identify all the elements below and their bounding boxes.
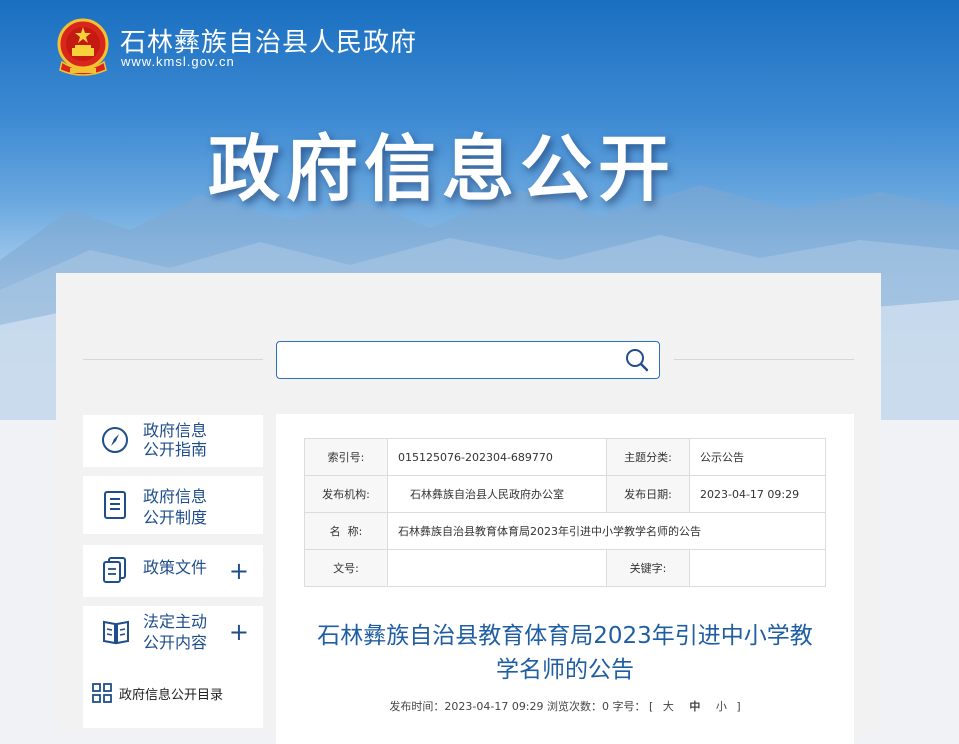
sidebar-item-guide[interactable]: 政府信息 公开指南 [83, 415, 263, 467]
keywords-value [689, 549, 826, 587]
article-title-line: 石林彝族自治县教育体育局2023年引进中小学教 [317, 623, 813, 649]
doc-no-value [387, 549, 607, 587]
gov-url[interactable]: www.kmsl.gov.cn [121, 54, 235, 69]
table-row: 索引号: 015125076-202304-689770 主题分类: 公示公告 [304, 438, 826, 476]
index-no-value: 015125076-202304-689770 [387, 438, 607, 476]
bracket-open: [ [649, 700, 654, 713]
national-emblem [56, 18, 110, 76]
article-title: 石林彝族自治县教育体育局2023年引进中小学教 学名师的公告 [304, 619, 826, 687]
sidebar-subitem-catalog[interactable]: 政府信息公开目录 [83, 658, 263, 728]
article-card: 索引号: 015125076-202304-689770 主题分类: 公示公告 … [276, 414, 854, 744]
article-title-line: 学名师的公告 [496, 657, 634, 683]
fontsize-label: 字号： [612, 700, 646, 713]
banner-title: 政府信息公开 [208, 127, 677, 211]
search-box[interactable] [276, 341, 660, 379]
bracket-close: ] [736, 700, 741, 713]
category-label: 主题分类: [606, 438, 690, 476]
search-divider-right [674, 359, 854, 360]
sidebar-item-label: 政策文件 [143, 558, 208, 577]
sidebar-item-label: 公开内容 [143, 633, 208, 652]
font-size-small-button[interactable]: 小 [710, 700, 733, 713]
publisher-label: 发布机构: [304, 475, 388, 513]
sidebar-item-label: 公开指南 [143, 440, 208, 459]
document-icon [101, 490, 129, 524]
table-row: 名 称: 石林彝族自治县教育体育局2023年引进中小学教学名师的公告 [304, 512, 826, 550]
category-value: 公示公告 [689, 438, 826, 476]
sidebar-item-statutory[interactable]: 法定主动 公开内容 + [83, 606, 263, 658]
views-label: 浏览次数： [547, 700, 603, 713]
files-icon [101, 556, 129, 588]
search-input[interactable] [283, 346, 617, 374]
sidebar-item-label: 公开制度 [143, 508, 208, 527]
sidebar-item-label: 政府信息 [143, 421, 208, 440]
doc-no-label: 文号: [304, 549, 388, 587]
article-info: 发布时间：2023-04-17 09:29 浏览次数：0 字号： [ 大 中 小… [304, 698, 826, 714]
sidebar-subitem-label: 政府信息公开目录 [119, 688, 224, 703]
expand-plus-icon[interactable]: + [229, 559, 249, 583]
keywords-label: 关键字: [606, 549, 690, 587]
sidebar-item-label: 法定主动 [143, 612, 208, 631]
expand-plus-icon[interactable]: + [229, 620, 249, 644]
views-count: 0 [602, 700, 610, 713]
sidebar-item-system[interactable]: 政府信息 公开制度 [83, 476, 263, 534]
index-no-label: 索引号: [304, 438, 388, 476]
publish-label: 发布时间： [389, 700, 445, 713]
font-size-medium-button[interactable]: 中 [683, 700, 706, 713]
search-divider-left [83, 359, 263, 360]
pub-date-value: 2023-04-17 09:29 [689, 475, 826, 513]
publish-time: 2023-04-17 09:29 [444, 700, 544, 713]
name-value: 石林彝族自治县教育体育局2023年引进中小学教学名师的公告 [387, 512, 826, 550]
meta-table: 索引号: 015125076-202304-689770 主题分类: 公示公告 … [304, 438, 826, 587]
font-size-large-button[interactable]: 大 [657, 700, 680, 713]
pub-date-label: 发布日期: [606, 475, 690, 513]
table-row: 文号: 关键字: [304, 549, 826, 587]
main-panel: 政府信息 公开指南 政府信息 公开制度 政策文件 + 法定主动 公开内容 + 政… [56, 273, 881, 744]
search-icon[interactable] [625, 348, 649, 376]
sidebar-item-label: 政府信息 [143, 487, 208, 506]
publisher-value: 石林彝族自治县人民政府办公室 [387, 475, 607, 513]
sidebar-item-policy[interactable]: 政策文件 + [83, 545, 263, 597]
grid-icon [92, 683, 112, 707]
table-row: 发布机构: 石林彝族自治县人民政府办公室 发布日期: 2023-04-17 09… [304, 475, 826, 513]
compass-icon [101, 426, 129, 458]
book-icon [101, 618, 131, 650]
name-label: 名 称: [304, 512, 388, 550]
